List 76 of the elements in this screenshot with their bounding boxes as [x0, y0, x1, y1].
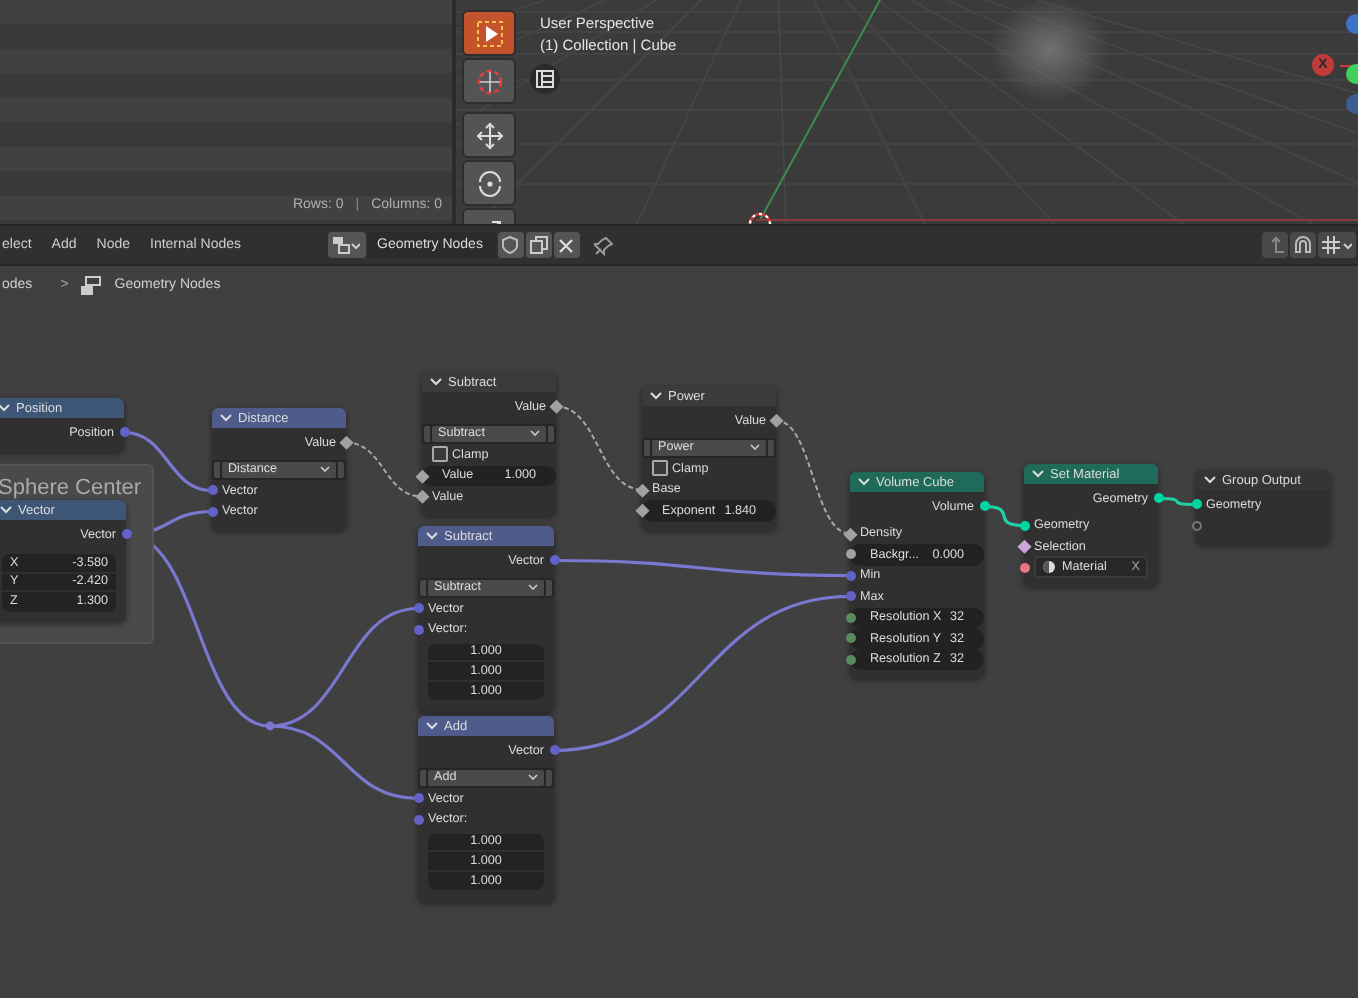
node-socket[interactable] — [845, 549, 855, 560]
node-socket[interactable] — [121, 529, 131, 540]
node-socket[interactable] — [415, 469, 428, 482]
node-socket[interactable] — [1019, 562, 1029, 573]
node-socket[interactable] — [207, 506, 217, 517]
duplicate-button[interactable] — [525, 232, 552, 258]
chevron-icon — [426, 722, 438, 730]
move-icon — [475, 121, 503, 149]
cursor-3d-icon — [748, 208, 772, 224]
node-tree-icon — [332, 236, 361, 254]
pin-icon[interactable] — [593, 235, 614, 255]
tool-button[interactable] — [462, 112, 516, 158]
unlink-button[interactable] — [553, 232, 580, 258]
node-socket[interactable] — [413, 603, 423, 614]
caret-icon — [750, 444, 760, 451]
caret-icon — [320, 466, 330, 473]
up-arrow-icon — [1267, 236, 1283, 254]
node-socket[interactable] — [635, 483, 648, 496]
film-icon — [536, 70, 554, 88]
shield-icon — [502, 236, 519, 254]
checkbox[interactable] — [432, 446, 448, 463]
node-socket[interactable] — [845, 591, 855, 602]
reroute-dot[interactable] — [265, 721, 275, 731]
editor-type-button[interactable] — [327, 232, 366, 258]
chevron-icon — [0, 506, 12, 514]
tool-button[interactable] — [462, 58, 516, 104]
chevron-icon — [220, 414, 232, 422]
node-socket[interactable] — [979, 501, 989, 512]
node-socket[interactable] — [415, 490, 428, 503]
fake-user-button[interactable] — [497, 232, 524, 258]
rotate-icon — [475, 169, 503, 197]
select-box-icon — [475, 19, 503, 47]
node-socket[interactable] — [845, 654, 855, 665]
checkbox[interactable] — [652, 460, 668, 477]
snap-toggle-button[interactable] — [1290, 232, 1316, 258]
node-socket[interactable] — [635, 504, 648, 517]
node-socket[interactable] — [845, 612, 855, 623]
node-socket[interactable] — [843, 527, 856, 540]
node-socket[interactable] — [1153, 493, 1163, 504]
node-tree-icon — [80, 275, 103, 295]
node-socket[interactable] — [1017, 540, 1030, 553]
caret-icon — [528, 584, 538, 591]
node-socket[interactable] — [549, 745, 559, 756]
snap-mode-button[interactable] — [1318, 232, 1356, 258]
node-socket[interactable] — [119, 427, 129, 438]
chevron-icon — [858, 478, 870, 486]
tool-button[interactable] — [462, 160, 516, 206]
node-socket[interactable] — [413, 814, 423, 825]
node-socket[interactable] — [207, 485, 217, 496]
node-socket[interactable] — [340, 436, 353, 449]
chevron-icon — [650, 392, 662, 400]
node-socket[interactable] — [845, 633, 855, 644]
parent-button[interactable] — [1262, 232, 1288, 258]
node-socket[interactable] — [413, 624, 423, 635]
material-sphere-icon — [1042, 560, 1056, 575]
magnet-icon — [1294, 236, 1312, 254]
node-socket[interactable] — [413, 793, 423, 804]
close-icon — [558, 237, 575, 253]
node-socket[interactable] — [549, 555, 559, 566]
chevron-icon — [1032, 470, 1044, 478]
node-socket[interactable] — [1191, 499, 1201, 510]
node-socket[interactable] — [550, 400, 563, 413]
cursor-icon — [475, 67, 503, 95]
node-socket[interactable] — [1191, 520, 1201, 531]
chevron-icon — [1204, 476, 1216, 484]
caret-icon — [528, 774, 538, 781]
chevron-icon — [0, 404, 10, 412]
node-socket[interactable] — [770, 414, 783, 427]
tool-button[interactable] — [462, 10, 516, 56]
caret-icon — [530, 430, 540, 437]
node-socket[interactable] — [1019, 520, 1029, 531]
chevron-icon — [426, 532, 438, 540]
node-socket[interactable] — [845, 570, 855, 581]
copy-icon — [529, 236, 548, 254]
grid-snap-icon — [1322, 236, 1352, 254]
chevron-icon — [430, 378, 442, 386]
